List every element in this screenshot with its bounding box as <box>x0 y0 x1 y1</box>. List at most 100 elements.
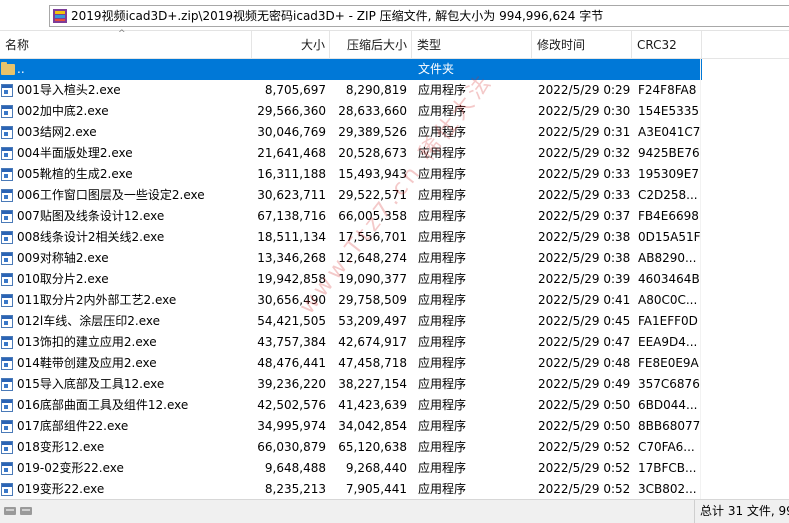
column-header-crc[interactable]: CRC32 <box>632 31 702 59</box>
file-row[interactable]: 006工作窗口图层及一些设定2.exe 30,623,711 29,522,571 应… <box>0 185 702 206</box>
file-row[interactable]: 010取分片2.exe 19,942,858 19,090,377 应用程序 2022/… <box>0 269 702 290</box>
column-packed-label: 压缩后大小 <box>346 38 407 52</box>
file-row[interactable]: 014鞋带创建及应用2.exe 48,476,441 47,458,718 应用程序 2… <box>0 353 702 374</box>
file-row[interactable]: 002加中底2.exe 29,566,360 28,633,660 应用程序 2022/… <box>0 101 702 122</box>
exe-file-icon <box>1 273 13 286</box>
file-crc: FE8E0E9A <box>638 356 699 370</box>
file-row[interactable]: 003结网2.exe 30,046,769 29,389,526 应用程序 2022/5… <box>0 122 702 143</box>
file-packed-size: 12,648,274 <box>338 251 407 265</box>
file-size: 21,641,468 <box>257 146 326 160</box>
exe-file-icon <box>1 441 13 454</box>
file-row[interactable]: 011取分片2内外部工艺2.exe 30,656,490 29,758,509 应用程… <box>0 290 702 311</box>
file-row[interactable]: 012l车线、涂层压印2.exe 54,421,505 53,209,497 应用程序… <box>0 311 702 332</box>
column-header-name[interactable]: ^ 名称 <box>0 29 252 59</box>
file-name: 010取分片2.exe <box>17 272 109 286</box>
file-row[interactable]: 018变形12.exe 66,030,879 65,120,638 应用程序 2022/… <box>0 437 702 458</box>
file-crc: 17BFCB... <box>638 461 697 475</box>
file-modified: 2022/5/29 0:50 <box>538 398 631 412</box>
column-name-label: 名称 <box>5 38 30 52</box>
column-header-packed[interactable]: 压缩后大小 <box>330 31 412 59</box>
file-row[interactable]: 009对称轴2.exe 13,346,268 12,648,274 应用程序 2022/… <box>0 248 702 269</box>
file-name: 008线条设计2相关线2.exe <box>17 230 165 244</box>
file-packed-size: 17,556,701 <box>338 230 407 244</box>
path-field[interactable]: 2019视频icad3D+.zip\2019视频无密码icad3D+ - ZIP… <box>49 5 789 27</box>
file-name: 007贴图及线条设计12.exe <box>17 209 165 223</box>
file-modified: 2022/5/29 0:48 <box>538 356 631 370</box>
file-type: 应用程序 <box>418 209 467 223</box>
exe-file-icon <box>1 357 13 370</box>
file-packed-size: 7,905,441 <box>345 482 407 496</box>
file-size: 19,942,858 <box>257 272 326 286</box>
file-packed-size: 29,389,526 <box>338 125 407 139</box>
file-size: 30,656,490 <box>257 293 326 307</box>
file-packed-size: 53,209,497 <box>338 314 407 328</box>
file-crc: 9425BE76 <box>638 146 700 160</box>
parent-name-cell: .. <box>0 59 252 80</box>
file-modified: 2022/5/29 0:50 <box>538 419 631 433</box>
file-packed-size: 8,290,819 <box>345 83 407 97</box>
file-type: 应用程序 <box>418 482 467 496</box>
file-name: 019-02变形22.exe <box>17 461 124 475</box>
file-row[interactable]: 019变形22.exe 8,235,213 7,905,441 应用程序 2022/5/… <box>0 479 702 500</box>
file-crc: FB4E6698 <box>638 209 699 223</box>
column-crc-label: CRC32 <box>637 38 677 52</box>
file-size: 9,648,488 <box>264 461 326 475</box>
column-header-type[interactable]: 类型 <box>412 31 532 59</box>
file-packed-size: 9,268,440 <box>345 461 407 475</box>
exe-file-icon <box>1 483 13 496</box>
file-modified: 2022/5/29 0:52 <box>538 482 631 496</box>
file-name: 014鞋带创建及应用2.exe <box>17 356 157 370</box>
parent-folder-row[interactable]: .. 文件夹 <box>0 59 702 80</box>
file-crc: 0D15A51F <box>638 230 700 244</box>
file-crc: A80C0C... <box>638 293 698 307</box>
exe-file-icon <box>1 315 13 328</box>
file-crc: F24F8FA8 <box>638 83 697 97</box>
file-row[interactable]: 005靴楦的生成2.exe 16,311,188 15,493,943 应用程序 202… <box>0 164 702 185</box>
exe-file-icon <box>1 126 13 139</box>
file-type: 应用程序 <box>418 461 467 475</box>
file-name: 019变形22.exe <box>17 482 105 496</box>
file-name-cell: 017底部组件22.exe <box>0 416 252 437</box>
exe-file-icon <box>1 252 13 265</box>
file-modified: 2022/5/29 0:33 <box>538 188 631 202</box>
file-name-cell: 006工作窗口图层及一些设定2.exe <box>0 185 252 206</box>
file-type: 应用程序 <box>418 146 467 160</box>
exe-file-icon <box>1 84 13 97</box>
file-name-cell: 005靴楦的生成2.exe <box>0 164 252 185</box>
file-size: 29,566,360 <box>257 104 326 118</box>
column-header-modified[interactable]: 修改时间 <box>532 31 632 59</box>
archive-path: 2019视频icad3D+.zip\2019视频无密码icad3D+ - ZIP… <box>71 9 604 23</box>
file-type: 应用程序 <box>418 398 467 412</box>
exe-file-icon <box>1 420 13 433</box>
file-size: 30,623,711 <box>257 188 326 202</box>
exe-file-icon <box>1 399 13 412</box>
file-row[interactable]: 008线条设计2相关线2.exe 18,511,134 17,556,701 应用程序… <box>0 227 702 248</box>
file-modified: 2022/5/29 0:47 <box>538 335 631 349</box>
file-modified: 2022/5/29 0:30 <box>538 104 631 118</box>
file-row[interactable]: 017底部组件22.exe 34,995,974 34,042,854 应用程序 202… <box>0 416 702 437</box>
file-row[interactable]: 016底部曲面工具及组件12.exe 42,502,576 41,423,639 应用… <box>0 395 702 416</box>
file-type: 应用程序 <box>418 83 467 97</box>
file-name-cell: 007贴图及线条设计12.exe <box>0 206 252 227</box>
file-packed-size: 29,758,509 <box>338 293 407 307</box>
exe-file-icon <box>1 189 13 202</box>
column-type-label: 类型 <box>417 38 442 52</box>
file-packed-size: 15,493,943 <box>338 167 407 181</box>
file-row[interactable]: 019-02变形22.exe 9,648,488 9,268,440 应用程序 2022… <box>0 458 702 479</box>
file-size: 39,236,220 <box>257 377 326 391</box>
file-name-cell: 018变形12.exe <box>0 437 252 458</box>
file-crc: 4603464B <box>638 272 700 286</box>
file-row[interactable]: 001导入楦头2.exe 8,705,697 8,290,819 应用程序 2022/5… <box>0 80 702 101</box>
file-type: 应用程序 <box>418 188 467 202</box>
file-type: 应用程序 <box>418 167 467 181</box>
file-row[interactable]: 007贴图及线条设计12.exe 67,138,716 66,005,358 应用程序… <box>0 206 702 227</box>
file-row[interactable]: 013饰扣的建立应用2.exe 43,757,384 42,674,917 应用程序 2… <box>0 332 702 353</box>
column-header-size[interactable]: 大小 <box>252 31 330 59</box>
file-modified: 2022/5/29 0:29 <box>538 83 631 97</box>
file-row[interactable]: 004半面版处理2.exe 21,641,468 20,528,673 应用程序 202… <box>0 143 702 164</box>
file-crc: A3E041C7 <box>638 125 700 139</box>
file-name-cell: 010取分片2.exe <box>0 269 252 290</box>
file-list: .. 文件夹 001导入楦头2.exe 8,705,697 8,290,819 应用程… <box>0 59 702 500</box>
file-modified: 2022/5/29 0:38 <box>538 230 631 244</box>
file-row[interactable]: 015导入底部及工具12.exe 39,236,220 38,227,154 应用程序… <box>0 374 702 395</box>
